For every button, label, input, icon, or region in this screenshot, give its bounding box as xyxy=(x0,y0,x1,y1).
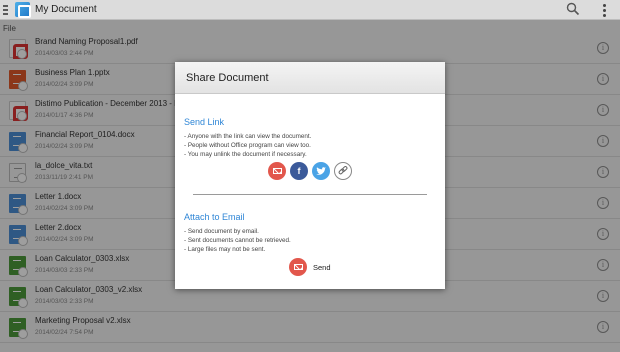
app-logo-icon xyxy=(15,2,31,18)
overflow-menu-button[interactable] xyxy=(600,2,608,18)
send-link-line: - People without Office program can view… xyxy=(184,142,311,149)
send-email-button[interactable]: Send xyxy=(289,258,331,276)
copy-link-button[interactable] xyxy=(334,162,352,180)
send-link-line: - You may unlink the document if necessa… xyxy=(184,151,307,158)
send-link-line: - Anyone with the link can view the docu… xyxy=(184,133,312,140)
send-label: Send xyxy=(313,262,331,272)
mail-icon xyxy=(272,168,282,174)
facebook-icon: f xyxy=(297,166,301,176)
attach-line: - Sent documents cannot be retrieved. xyxy=(184,237,291,244)
mail-icon xyxy=(293,264,303,270)
attach-email-description: - Send document by email. - Sent documen… xyxy=(184,227,291,254)
attach-email-title: Attach to Email xyxy=(184,212,245,222)
send-mail-badge xyxy=(289,258,307,276)
attach-line: - Send document by email. xyxy=(184,228,259,235)
dialog-title: Share Document xyxy=(175,62,445,94)
share-buttons: f xyxy=(268,162,352,180)
app-bar: My Document xyxy=(0,0,620,20)
send-link-description: - Anyone with the link can view the docu… xyxy=(184,132,311,159)
search-button[interactable] xyxy=(566,2,580,16)
search-icon xyxy=(566,2,580,16)
twitter-icon xyxy=(316,166,326,175)
attach-line: - Large files may not be sent. xyxy=(184,246,266,253)
menu-icon[interactable] xyxy=(3,3,15,16)
share-facebook-button[interactable]: f xyxy=(290,162,308,180)
share-twitter-button[interactable] xyxy=(312,162,330,180)
share-document-dialog: Share Document Send Link - Anyone with t… xyxy=(175,62,445,289)
share-email-button[interactable] xyxy=(268,162,286,180)
send-link-title: Send Link xyxy=(184,117,225,127)
app-title: My Document xyxy=(35,4,97,15)
section-divider xyxy=(193,194,427,195)
link-icon xyxy=(338,166,348,175)
